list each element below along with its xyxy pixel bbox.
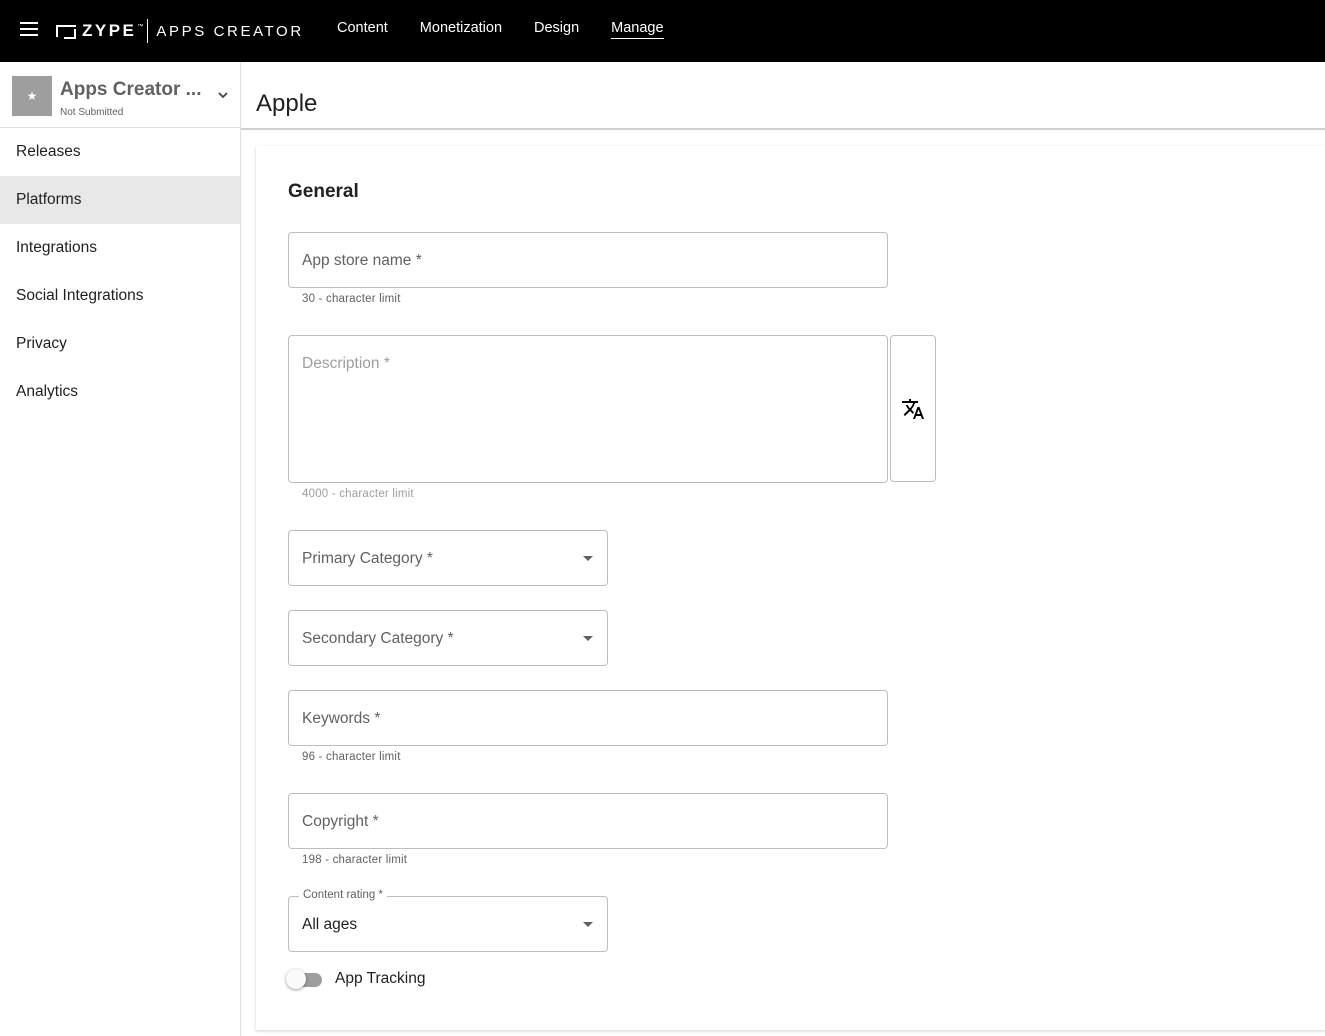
- sidebar-item-social-integrations[interactable]: Social Integrations: [0, 272, 240, 320]
- dropdown-arrow-icon: [583, 922, 593, 927]
- sidebar-item-privacy[interactable]: Privacy: [0, 320, 240, 368]
- app-store-name-placeholder: App store name *: [302, 252, 422, 269]
- description-placeholder: Description *: [302, 355, 390, 372]
- app-thumbnail: ★: [12, 76, 52, 116]
- logo-divider: [147, 19, 149, 43]
- nav-design[interactable]: Design: [534, 20, 579, 39]
- primary-category-placeholder: Primary Category *: [302, 550, 433, 567]
- zype-logo-mark-icon: [56, 25, 76, 39]
- app-store-name-field[interactable]: App store name *: [288, 232, 888, 288]
- translate-button[interactable]: [890, 335, 936, 482]
- description-field[interactable]: Description *: [288, 335, 888, 483]
- top-app-bar: ZYPE ™ APPS CREATOR Content Monetization…: [0, 0, 1325, 62]
- section-title: General: [288, 181, 359, 202]
- logo[interactable]: ZYPE ™ APPS CREATOR: [56, 18, 304, 44]
- toggle-thumb: [286, 969, 306, 989]
- nav-manage[interactable]: Manage: [611, 20, 664, 39]
- content-rating-value: All ages: [302, 916, 358, 933]
- app-name: Apps Creator ...: [60, 79, 202, 100]
- page-header: Apple: [241, 62, 1325, 130]
- dropdown-arrow-icon: [583, 636, 593, 641]
- content-rating-label: Content rating *: [299, 889, 387, 901]
- copyright-field[interactable]: Copyright *: [288, 793, 888, 849]
- secondary-category-placeholder: Secondary Category *: [302, 630, 454, 647]
- keywords-hint: 96 - character limit: [302, 751, 401, 763]
- sidebar-item-platforms[interactable]: Platforms: [0, 176, 240, 224]
- primary-category-select[interactable]: Primary Category *: [288, 530, 608, 586]
- translate-icon: [902, 398, 924, 419]
- sidebar-item-integrations[interactable]: Integrations: [0, 224, 240, 272]
- main-nav: Content Monetization Design Manage: [337, 20, 696, 39]
- general-card: General App store name * 30 - character …: [256, 146, 1325, 1030]
- page-title: Apple: [256, 90, 318, 117]
- copyright-hint: 198 - character limit: [302, 854, 408, 866]
- logo-product: APPS CREATOR: [156, 22, 304, 40]
- hamburger-menu-icon[interactable]: [20, 22, 42, 40]
- logo-brand: ZYPE: [82, 21, 137, 40]
- keywords-field[interactable]: Keywords *: [288, 690, 888, 746]
- app-tracking-label: App Tracking: [335, 970, 426, 987]
- nav-content[interactable]: Content: [337, 20, 388, 39]
- secondary-category-select[interactable]: Secondary Category *: [288, 610, 608, 666]
- sidebar: ★ Apps Creator ... Not Submitted Release…: [0, 62, 241, 1036]
- sidebar-item-analytics[interactable]: Analytics: [0, 368, 240, 416]
- app-store-name-hint: 30 - character limit: [302, 293, 401, 305]
- copyright-placeholder: Copyright *: [302, 813, 379, 830]
- app-status: Not Submitted: [60, 107, 124, 118]
- sidebar-item-releases[interactable]: Releases: [0, 128, 240, 176]
- content-rating-select[interactable]: Content rating * All ages: [288, 889, 608, 952]
- chevron-down-icon[interactable]: [218, 90, 228, 100]
- keywords-placeholder: Keywords *: [302, 710, 381, 727]
- app-selector[interactable]: ★ Apps Creator ... Not Submitted: [0, 62, 240, 128]
- logo-trademark: ™: [137, 24, 144, 30]
- app-tracking-toggle[interactable]: [286, 969, 326, 991]
- dropdown-arrow-icon: [583, 556, 593, 561]
- nav-monetization[interactable]: Monetization: [420, 20, 502, 39]
- description-hint: 4000 - character limit: [302, 488, 414, 500]
